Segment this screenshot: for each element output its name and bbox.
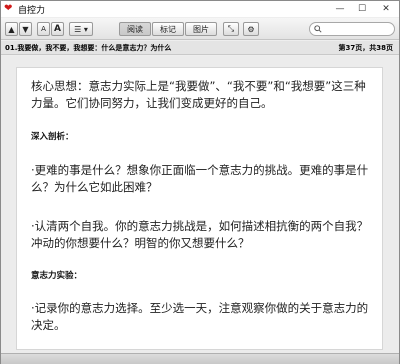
gear-icon: ⚙: [247, 24, 255, 34]
scroll-up-button[interactable]: ▲: [5, 22, 18, 36]
fullscreen-button[interactable]: ⤡: [223, 22, 239, 36]
menu-icon: ☰ ▾: [74, 24, 88, 34]
view-menu-button[interactable]: ☰ ▾: [69, 22, 93, 36]
page-card: 核心思想：意志力实际上是“我要做”、“我不要”和“我想要”这三种力量。它们协同努…: [16, 67, 383, 350]
title-bar: ❤ 自控力 — ☐ ✕: [1, 1, 399, 17]
reading-area[interactable]: 核心思想：意志力实际上是“我要做”、“我不要”和“我想要”这三种力量。它们协同努…: [1, 56, 399, 353]
heart-icon: ❤: [4, 3, 13, 14]
search-box[interactable]: [309, 22, 395, 36]
close-button[interactable]: ✕: [373, 1, 399, 17]
tab-notes[interactable]: 标记: [152, 22, 184, 36]
window-title: 自控力: [18, 5, 46, 16]
tab-reading-label: 阅读: [127, 24, 143, 34]
question-paragraph-1: ·更难的事是什么？想象你正面临一个意志力的挑战。更难的事是什么？为什么它如此困难…: [31, 163, 369, 194]
toolbar: ▲ ▼ A A ☰ ▾ 阅读 标记 图片 ⤡ ⚙: [1, 18, 399, 40]
section-heading-experiment: 意志力实验：: [31, 271, 83, 281]
question-paragraph-2: ·认清两个自我。你的意志力挑战是，如何描述相抗衡的两个自我？冲动的你想要什么？明…: [31, 219, 369, 250]
bottom-status-bar: [1, 353, 399, 364]
experiment-paragraph-1: ·记录你的意志力选择。至少选一天，注意观察你做的关于意志力的决定。: [31, 301, 369, 332]
page-indicator: 第37页，共38页: [338, 44, 393, 52]
info-bar: 01.我要做，我不要，我想要：什么是意志力？为什么 第37页，共38页: [1, 41, 399, 55]
maximize-button[interactable]: ☐: [351, 1, 373, 17]
down-arrow-icon: ▼: [22, 24, 29, 34]
font-larger-button[interactable]: A: [51, 22, 64, 36]
tab-images[interactable]: 图片: [185, 22, 217, 36]
tab-notes-label: 标记: [160, 24, 176, 34]
up-arrow-icon: ▲: [8, 24, 15, 34]
scroll-down-button[interactable]: ▼: [19, 22, 32, 36]
settings-button[interactable]: ⚙: [243, 22, 259, 36]
font-smaller-button[interactable]: A: [37, 22, 50, 36]
intro-paragraph: 核心思想：意志力实际上是“我要做”、“我不要”和“我想要”这三种力量。它们协同努…: [31, 79, 366, 110]
app-window: ❤ 自控力 — ☐ ✕ ▲ ▼ A A ☰ ▾ 阅读 标记 图片 ⤡ ⚙ 01.…: [0, 0, 400, 364]
font-larger-label: A: [54, 24, 61, 34]
section-heading-analysis: 深入剖析：: [31, 132, 74, 142]
font-smaller-label: A: [41, 25, 46, 33]
window-controls: — ☐ ✕: [329, 1, 399, 17]
tab-images-label: 图片: [193, 24, 209, 34]
chapter-path: 01.我要做，我不要，我想要：什么是意志力？为什么: [5, 44, 172, 52]
minimize-button[interactable]: —: [329, 1, 351, 17]
search-input[interactable]: [324, 25, 394, 33]
tab-reading[interactable]: 阅读: [119, 22, 151, 36]
fullscreen-icon: ⤡: [227, 24, 235, 33]
search-icon: [314, 25, 322, 33]
